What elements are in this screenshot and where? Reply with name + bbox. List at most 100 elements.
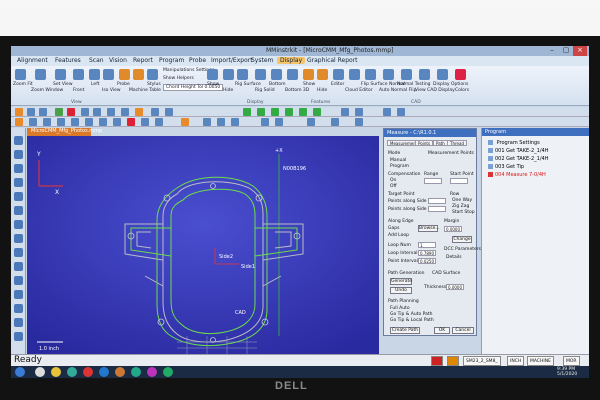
menu-tab-report[interactable]: Report: [133, 57, 153, 64]
program-item[interactable]: 002 Get TAKE-2_1/4H: [488, 156, 548, 162]
gaps-checkbox[interactable]: Gaps: [388, 226, 399, 231]
zoom-window-icon[interactable]: [35, 69, 46, 80]
rig-surface-icon[interactable]: [237, 69, 248, 80]
tab-thread[interactable]: Thread: [447, 140, 467, 146]
document-tab[interactable]: MicroCMM_Mfg_Photos.mmp: [27, 128, 102, 136]
go-tip-auto-path-radio[interactable]: Go Tip & Auto Path: [390, 312, 433, 317]
start-point-field[interactable]: [450, 178, 468, 184]
app-icon[interactable]: [115, 367, 125, 377]
zig-zag-radio[interactable]: Zig Zag: [452, 204, 469, 209]
maximize-icon[interactable]: ▢: [559, 46, 573, 56]
toolbar-move-icon[interactable]: [93, 108, 101, 116]
menu-tab-alignment[interactable]: Alignment: [17, 57, 48, 64]
start-stop-radio[interactable]: Start Stop: [452, 210, 475, 215]
toolbar-home-icon[interactable]: [15, 108, 23, 116]
iso-view-small-icon[interactable]: [14, 248, 23, 257]
menu-tab-scan[interactable]: Scan: [89, 57, 104, 64]
toolbar-import-icon[interactable]: [15, 118, 23, 126]
toolbar-pan-icon[interactable]: [121, 108, 129, 116]
toolbar-export-icon[interactable]: [231, 118, 239, 126]
menu-tab-program[interactable]: Program: [159, 57, 184, 64]
mode-manual-radio[interactable]: Manual: [390, 158, 406, 163]
hide-icon[interactable]: [223, 69, 234, 80]
details-checkbox[interactable]: Details: [446, 255, 462, 260]
toolbar-mirror-icon[interactable]: [155, 118, 163, 126]
cad-surface-checkbox[interactable]: CAD Surface: [432, 271, 460, 276]
program-item[interactable]: 003 Get Tip: [488, 164, 524, 170]
toolbar-report-icon[interactable]: [203, 118, 211, 126]
menu-tab-import-export[interactable]: Import/Export: [211, 57, 253, 64]
toolbar-cloud-icon[interactable]: [397, 108, 405, 116]
menu-tab-vision[interactable]: Vision: [109, 57, 127, 64]
cancel-button[interactable]: Cancel: [452, 327, 474, 334]
tab-points[interactable]: Points: [415, 140, 434, 146]
show-features-icon[interactable]: [303, 69, 314, 80]
program-item[interactable]: Program Settings: [488, 140, 540, 146]
left-view-icon[interactable]: [89, 69, 100, 80]
toolbar-circle-icon[interactable]: [257, 108, 265, 116]
toolbar-preferences-icon[interactable]: [181, 118, 189, 126]
program-item[interactable]: 001 Get TAKE-2_1/4H: [488, 148, 548, 154]
toolbar-probe-icon[interactable]: [135, 108, 143, 116]
toolbar-sectioning-icon[interactable]: [331, 118, 339, 126]
toolbar-cone-icon[interactable]: [299, 108, 307, 116]
thickness-field[interactable]: 0.0000: [446, 284, 464, 290]
toolbar-point-icon[interactable]: [165, 108, 173, 116]
program-item[interactable]: 004 Measure 7-0/4H: [488, 172, 546, 178]
alert-icon[interactable]: [431, 356, 443, 366]
label-icon[interactable]: [14, 318, 23, 327]
toolbar-construct-icon[interactable]: [57, 118, 65, 126]
toolbar-distance-icon[interactable]: [85, 118, 93, 126]
app-icon[interactable]: [99, 367, 109, 377]
rig-solid-icon[interactable]: [255, 69, 266, 80]
toolbar-line-icon[interactable]: [243, 108, 251, 116]
flip-surface-normal-icon[interactable]: [365, 69, 376, 80]
toolbar-transform-icon[interactable]: [141, 118, 149, 126]
toolbar-sphere-icon[interactable]: [313, 108, 321, 116]
show-icon[interactable]: [207, 69, 218, 80]
stylus-icon[interactable]: [147, 69, 158, 80]
toolbar-align-icon[interactable]: [151, 108, 159, 116]
zoom-fit-icon[interactable]: [15, 69, 26, 80]
machine-table-icon[interactable]: [133, 69, 144, 80]
along-edge-checkbox[interactable]: Along Edge: [388, 219, 414, 224]
ok-button[interactable]: OK: [434, 327, 450, 334]
undo-button[interactable]: Undo: [390, 287, 412, 294]
toolbar-deselect-icon[interactable]: [43, 118, 51, 126]
one-way-radio[interactable]: One Way: [452, 198, 472, 203]
zoom-out-icon[interactable]: [14, 150, 23, 159]
minimize-icon[interactable]: –: [545, 46, 559, 56]
point-interval-field[interactable]: 0.0250: [418, 258, 436, 264]
cloud-editor-icon[interactable]: [349, 69, 360, 80]
toolbar-surface-icon[interactable]: [307, 118, 315, 126]
margin-field[interactable]: 0.0000: [444, 226, 462, 232]
iso-view-icon[interactable]: [103, 69, 114, 80]
show-helpers-option[interactable]: Show Helpers: [163, 76, 194, 81]
pan-icon[interactable]: [14, 164, 23, 173]
toolbar-datum-icon[interactable]: [113, 118, 121, 126]
right-view-icon[interactable]: [14, 234, 23, 243]
mode-program-radio[interactable]: Program: [390, 164, 409, 169]
points-side2-field[interactable]: [428, 206, 446, 212]
toolbar-compare-icon[interactable]: [355, 118, 363, 126]
display-options-icon[interactable]: [437, 69, 448, 80]
full-auto-radio[interactable]: Full Auto: [390, 306, 410, 311]
measure-icon[interactable]: [14, 304, 23, 313]
toolbar-delete-icon[interactable]: [127, 118, 135, 126]
top-view-icon[interactable]: [14, 206, 23, 215]
comp-off-radio[interactable]: Off: [390, 184, 397, 189]
toolbar-cylinder-icon[interactable]: [285, 108, 293, 116]
section-icon[interactable]: [14, 290, 23, 299]
app-icon[interactable]: [163, 367, 173, 377]
browser-icon[interactable]: [35, 367, 45, 377]
cad-viewport[interactable]: Y X +X N00B196 Side2 Side1 CAD 1.0 inch: [27, 136, 379, 354]
shaded-icon[interactable]: [14, 276, 23, 285]
front-view-icon[interactable]: [73, 69, 84, 80]
toolbar-step-icon[interactable]: [81, 108, 89, 116]
toolbar-back-icon[interactable]: [27, 108, 35, 116]
fit-icon[interactable]: [14, 192, 23, 201]
generate-button[interactable]: Generate: [390, 278, 412, 285]
app-icon[interactable]: [147, 367, 157, 377]
toolbar-tolerance-icon[interactable]: [275, 118, 283, 126]
menu-tab-system[interactable]: System: [251, 57, 273, 64]
